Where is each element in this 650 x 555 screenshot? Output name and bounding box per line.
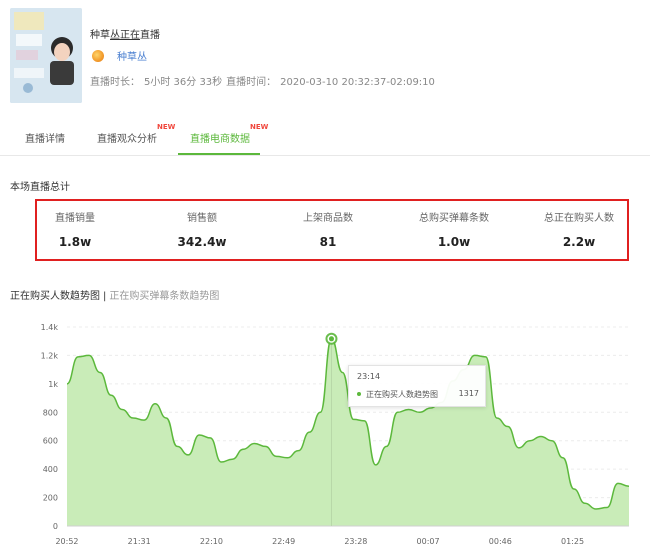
- live-cover-image[interactable]: [10, 8, 82, 103]
- stat-buyers-now: 总正在购买人数 2.2w: [524, 209, 634, 249]
- y-tick-label: 200: [43, 494, 58, 503]
- tooltip-series-dot: [357, 392, 361, 396]
- new-badge: NEW: [250, 123, 269, 131]
- anchor-avatar[interactable]: [92, 49, 104, 62]
- tab-audience-analysis[interactable]: 直播观众分析 NEW: [97, 123, 175, 145]
- stat-label: 总购买弹幕条数: [419, 213, 489, 224]
- duration-label: 直播时长：: [90, 77, 140, 88]
- stat-listed-products: 上架商品数 81: [273, 209, 383, 249]
- y-tick-label: 0: [53, 522, 58, 531]
- y-tick-label: 1k: [48, 380, 58, 389]
- live-meta: 直播时长： 5小时 36分 33秒 直播时间： 2020-03-10 20:32:37…: [90, 73, 439, 88]
- y-tick-label: 600: [43, 437, 58, 446]
- tooltip-value: 1317: [458, 389, 479, 398]
- live-title-prefix: 种草: [90, 30, 110, 41]
- x-tick-label: 00:46: [489, 537, 512, 546]
- y-tick-label: 1.2k: [41, 351, 59, 360]
- x-tick-label: 20:52: [55, 537, 78, 546]
- chart-tab-separator: |: [103, 291, 107, 302]
- stat-label: 总正在购买人数: [544, 213, 614, 224]
- x-tick-label: 00:07: [417, 537, 440, 546]
- stat-value: 1.8w: [58, 235, 92, 249]
- stat-sales-volume: 直播销量 1.8w: [20, 209, 130, 249]
- summary-panel: 直播销量 1.8w 销售额 342.4w 上架商品数 81 总购买弹幕条数 1.…: [35, 199, 629, 261]
- live-time-value: 2020-03-10 20:32:37-02:09:10: [280, 77, 435, 88]
- live-title-underlined: 丛正在: [110, 30, 140, 41]
- tab-ecommerce-data-label: 直播电商数据: [190, 134, 250, 145]
- stat-label: 销售额: [187, 213, 217, 224]
- buyers-trend-chart[interactable]: 0 200 400 600 800 1k 1.2k 1.4k 20:52 21:31 22:10 22…: [0, 315, 650, 555]
- detail-tabs: 直播详情 直播观众分析 NEW 直播电商数据 NEW: [0, 118, 650, 156]
- tab-live-details-label: 直播详情: [25, 134, 65, 145]
- x-tick-label: 22:49: [272, 537, 295, 546]
- anchor-info: 种草丛: [92, 48, 147, 63]
- tab-ecommerce-data[interactable]: 直播电商数据 NEW: [190, 123, 268, 145]
- anchor-name-link[interactable]: 种草丛: [117, 48, 147, 63]
- chart-tooltip: 23:14 正在购买人数趋势图 1317: [348, 365, 486, 407]
- live-title-suffix: 直播: [140, 30, 160, 41]
- stat-value: 81: [319, 235, 337, 249]
- new-badge: NEW: [157, 123, 176, 131]
- stat-value: 342.4w: [177, 235, 227, 249]
- y-tick-label: 400: [43, 465, 58, 474]
- active-tab-indicator: [178, 153, 260, 155]
- tooltip-time: 23:14: [357, 372, 381, 381]
- x-tick-label: 23:28: [344, 537, 367, 546]
- tab-audience-analysis-label: 直播观众分析: [97, 134, 157, 145]
- stat-value: 1.0w: [437, 235, 471, 249]
- chart-switcher: 正在购买人数趋势图 | 正在购买弹幕条数趋势图: [10, 287, 219, 302]
- stat-sales-amount: 销售额 342.4w: [147, 209, 257, 249]
- live-header: 种草丛正在直播 种草丛 直播时长： 5小时 36分 33秒 直播时间： 2020-03…: [0, 0, 650, 112]
- y-tick-label: 800: [43, 408, 58, 417]
- stat-label: 直播销量: [55, 213, 95, 224]
- stat-value: 2.2w: [562, 235, 596, 249]
- chart-tab-buyers-trend[interactable]: 正在购买人数趋势图: [10, 291, 100, 302]
- x-tick-label: 21:31: [128, 537, 151, 546]
- y-tick-label: 1.4k: [41, 323, 59, 332]
- x-tick-label: 01:25: [561, 537, 584, 546]
- summary-title: 本场直播总计: [10, 182, 70, 193]
- x-tick-label: 22:10: [200, 537, 223, 546]
- tab-live-details[interactable]: 直播详情: [25, 130, 65, 145]
- stat-purchase-comments: 总购买弹幕条数 1.0w: [399, 209, 509, 249]
- tooltip-series-name: 正在购买人数趋势图: [366, 390, 438, 399]
- live-time-label: 直播时间：: [226, 77, 277, 88]
- chart-tab-comments-trend[interactable]: 正在购买弹幕条数趋势图: [109, 291, 219, 302]
- hover-point: [328, 336, 334, 342]
- stat-label: 上架商品数: [303, 213, 353, 224]
- cover-illustration: [10, 8, 82, 103]
- duration-value: 5小时 36分 33秒: [144, 77, 223, 88]
- live-title[interactable]: 种草丛正在直播: [90, 26, 160, 41]
